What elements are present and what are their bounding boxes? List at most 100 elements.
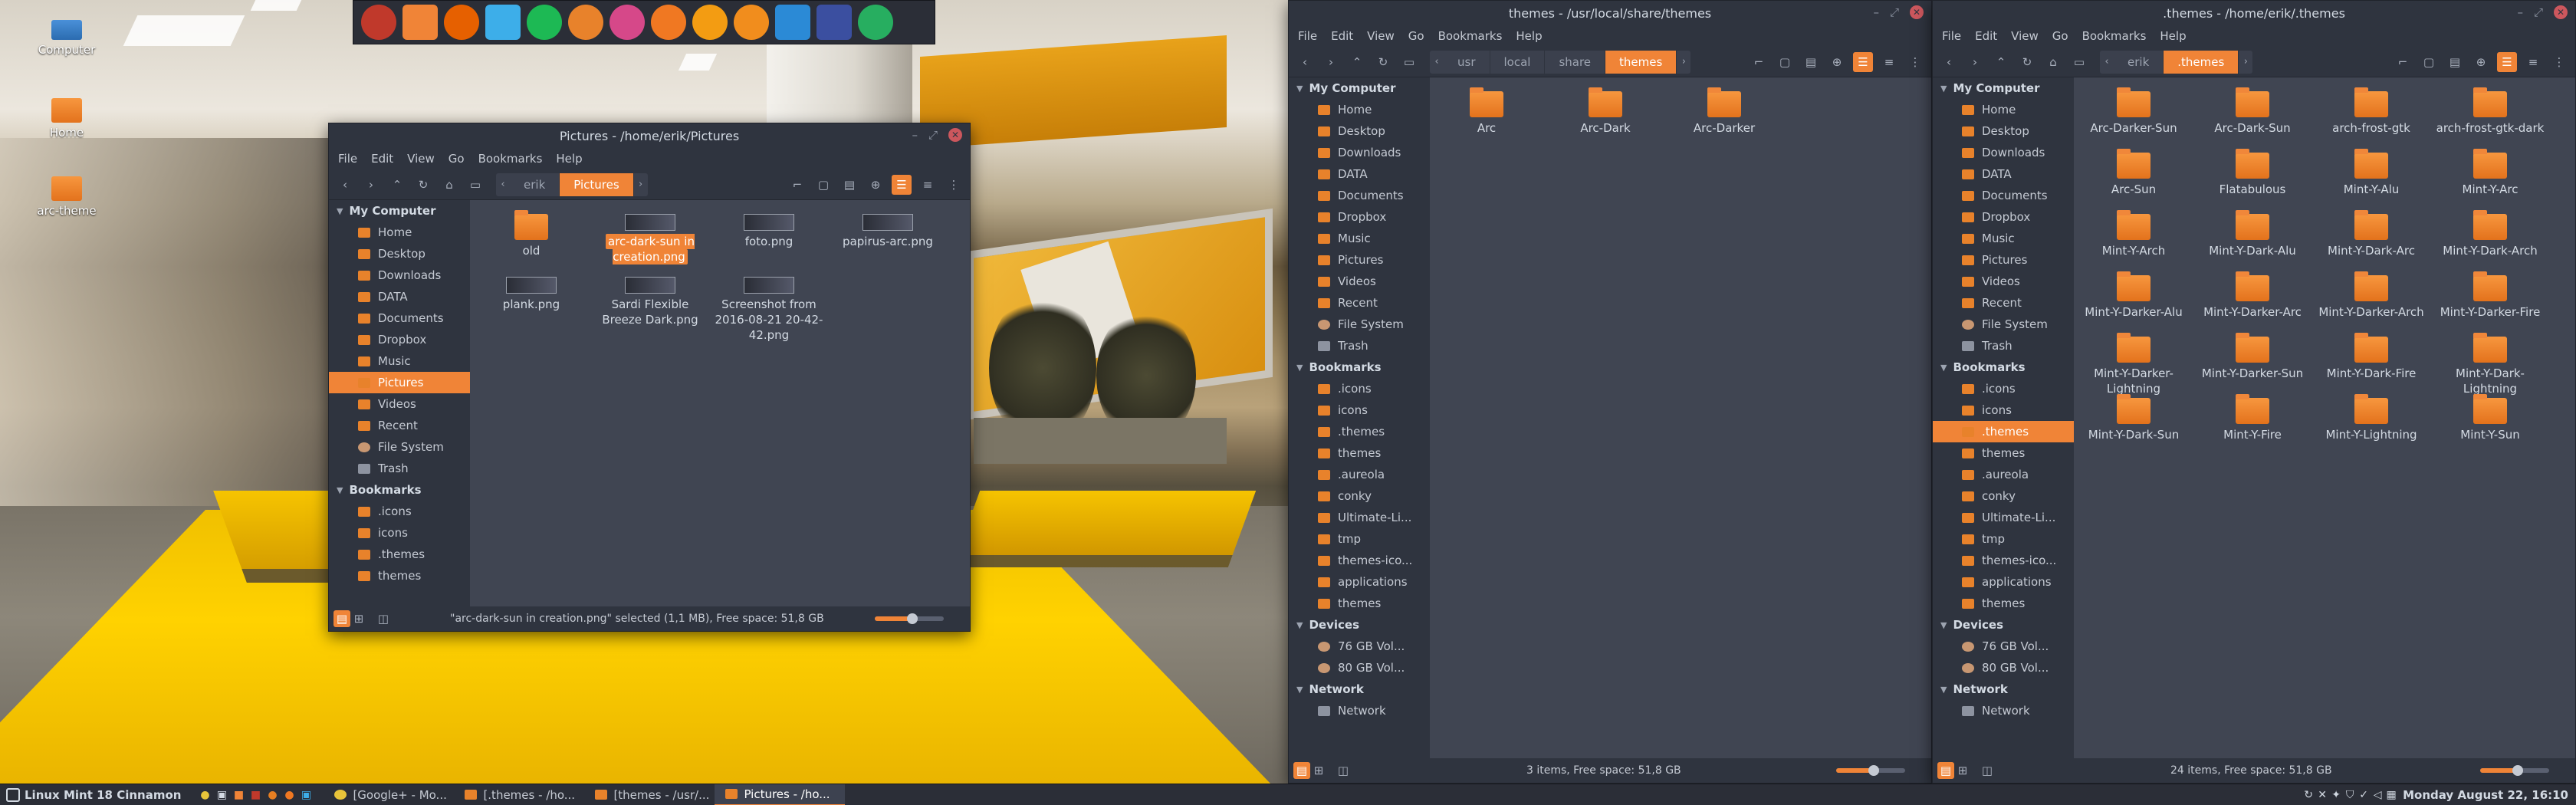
- sidebar-section-header[interactable]: ▼ Network: [1933, 678, 2074, 700]
- sidebar-item[interactable]: .themes: [329, 544, 470, 565]
- tree-icon[interactable]: ⊞: [1310, 762, 1327, 779]
- up-icon[interactable]: ⌃: [1347, 52, 1367, 72]
- sidebar-section-header[interactable]: ▼ Bookmarks: [329, 479, 470, 501]
- file-item[interactable]: Sardi Flexible Breeze Dark.png: [593, 277, 707, 327]
- file-item[interactable]: Mint-Y-Lightning: [2315, 394, 2428, 442]
- sidebar-item[interactable]: Pictures: [1289, 249, 1430, 271]
- back-icon[interactable]: ‹: [335, 175, 355, 195]
- sidebar-item[interactable]: themes-ico...: [1933, 550, 2074, 571]
- file-item[interactable]: arc-dark-sun in creation.png: [593, 214, 707, 264]
- pulse-icon[interactable]: [858, 5, 893, 40]
- file-item[interactable]: arch-frost-gtk: [2315, 87, 2428, 136]
- menu-item[interactable]: Edit: [371, 152, 393, 166]
- sidebar-item[interactable]: Pictures: [329, 372, 470, 393]
- dropbox-icon[interactable]: ✦: [2329, 788, 2343, 802]
- desktop-icon-arc-theme[interactable]: arc-theme: [25, 176, 109, 218]
- bow-icon[interactable]: [361, 5, 396, 40]
- sidebar-toggle-icon[interactable]: ◫: [1335, 762, 1352, 779]
- sidebar-item[interactable]: Dropbox: [1289, 206, 1430, 228]
- sidebar-item[interactable]: Dropbox: [1933, 206, 2074, 228]
- sidebar-item[interactable]: File System: [1289, 314, 1430, 335]
- menu-item[interactable]: Go: [1408, 29, 1424, 43]
- app-icon[interactable]: [610, 5, 645, 40]
- sidebar-item[interactable]: themes: [1289, 442, 1430, 464]
- menu-item[interactable]: Edit: [1331, 29, 1353, 43]
- breadcrumb-item[interactable]: usr: [1444, 50, 1490, 74]
- reload-icon[interactable]: ↻: [2017, 52, 2037, 72]
- file-item[interactable]: Arc-Darker-Sun: [2077, 87, 2190, 136]
- sidebar-item[interactable]: .themes: [1933, 421, 2074, 442]
- home-icon[interactable]: ⌂: [439, 175, 459, 195]
- close-icon[interactable]: ✕: [1910, 5, 1924, 19]
- sidebar-item[interactable]: Trash: [329, 458, 470, 479]
- menu-item[interactable]: File: [338, 152, 357, 166]
- zoom-slider[interactable]: [2480, 765, 2549, 776]
- menu-item[interactable]: Go: [449, 152, 465, 166]
- forward-icon[interactable]: ›: [1965, 52, 1985, 72]
- menu-item[interactable]: Bookmarks: [1438, 29, 1503, 43]
- file-item[interactable]: arch-frost-gtk-dark: [2433, 87, 2547, 136]
- sidebar-item[interactable]: DATA: [329, 286, 470, 307]
- sidebar-item[interactable]: conky: [1289, 485, 1430, 507]
- titlebar[interactable]: Pictures - /home/erik/Pictures – ⤢ ✕: [329, 123, 970, 148]
- file-item[interactable]: Screenshot from 2016-08-21 20-42-42.png: [712, 277, 826, 343]
- breadcrumb-item[interactable]: local: [1490, 50, 1546, 74]
- file-item[interactable]: Mint-Y-Darker-Alu: [2077, 271, 2190, 320]
- places-icon[interactable]: ▤: [334, 610, 350, 627]
- file-item[interactable]: plank.png: [475, 277, 588, 312]
- forward-icon[interactable]: ›: [361, 175, 381, 195]
- sidebar-item[interactable]: Desktop: [1933, 120, 2074, 142]
- list-view-icon[interactable]: ≡: [1879, 52, 1899, 72]
- home-icon[interactable]: ⌂: [2043, 52, 2063, 72]
- close-icon[interactable]: ✕: [948, 128, 962, 142]
- terminal-icon[interactable]: ⌐: [2393, 52, 2413, 72]
- sidebar-item[interactable]: 80 GB Vol...: [1933, 657, 2074, 678]
- menu-item[interactable]: View: [407, 152, 435, 166]
- list-view-icon[interactable]: ≡: [2523, 52, 2543, 72]
- firefox-icon[interactable]: [444, 5, 479, 40]
- minimize-icon[interactable]: –: [2517, 5, 2523, 19]
- spotify-icon[interactable]: [527, 5, 562, 40]
- file-item[interactable]: Mint-Y-Darker-Sun: [2196, 333, 2309, 381]
- terminal-icon[interactable]: ▣: [215, 788, 228, 802]
- file-item[interactable]: Arc-Darker: [1668, 87, 1781, 136]
- crumb-right-arrow-icon[interactable]: ›: [634, 179, 648, 190]
- maximize-icon[interactable]: ⤢: [928, 128, 938, 142]
- sidebar-item[interactable]: Videos: [329, 393, 470, 415]
- sidebar-item[interactable]: .icons: [1289, 378, 1430, 399]
- sidebar-item[interactable]: applications: [1289, 571, 1430, 593]
- reload-icon[interactable]: ↻: [1373, 52, 1393, 72]
- sidebar-item[interactable]: themes: [329, 565, 470, 586]
- calendar-icon[interactable]: ▦: [2384, 788, 2398, 802]
- sidebar-item[interactable]: Recent: [1289, 292, 1430, 314]
- menu-item[interactable]: Help: [1516, 29, 1542, 43]
- breadcrumb-item[interactable]: share: [1545, 50, 1606, 74]
- compact-view-icon[interactable]: ⋮: [1905, 52, 1925, 72]
- menu-item[interactable]: Help: [556, 152, 582, 166]
- file-item[interactable]: Mint-Y-Darker-Fire: [2433, 271, 2547, 320]
- monitor-icon[interactable]: [816, 5, 852, 40]
- file-item[interactable]: Mint-Y-Darker-Lightning: [2077, 333, 2190, 396]
- menu-item[interactable]: Help: [2160, 29, 2186, 43]
- menu-item[interactable]: File: [1298, 29, 1317, 43]
- brackets-icon[interactable]: [775, 5, 810, 40]
- zoom-slider[interactable]: [1836, 765, 1905, 776]
- sidebar-toggle-icon[interactable]: ◫: [1979, 762, 1996, 779]
- sidebar-item[interactable]: 76 GB Vol...: [1289, 636, 1430, 657]
- sidebar-item[interactable]: DATA: [1933, 163, 2074, 185]
- file-item[interactable]: Mint-Y-Dark-Sun: [2077, 394, 2190, 442]
- crumb-left-arrow-icon[interactable]: ‹: [1430, 56, 1444, 67]
- preview-icon[interactable]: ▢: [813, 175, 833, 195]
- sidebar-item[interactable]: Documents: [329, 307, 470, 329]
- sidebar-item[interactable]: themes: [1289, 593, 1430, 614]
- menu-item[interactable]: View: [1367, 29, 1395, 43]
- sidebar-item[interactable]: Recent: [329, 415, 470, 436]
- crumb-right-arrow-icon[interactable]: ›: [1677, 56, 1691, 67]
- sidebar-item[interactable]: .aureola: [1933, 464, 2074, 485]
- sidebar-item[interactable]: conky: [1933, 485, 2074, 507]
- sidebar-item[interactable]: Documents: [1289, 185, 1430, 206]
- maximize-icon[interactable]: ⤢: [2534, 5, 2543, 19]
- back-icon[interactable]: ‹: [1295, 52, 1315, 72]
- file-item[interactable]: Mint-Y-Darker-Arc: [2196, 271, 2309, 320]
- folder-icon[interactable]: ■: [232, 788, 245, 802]
